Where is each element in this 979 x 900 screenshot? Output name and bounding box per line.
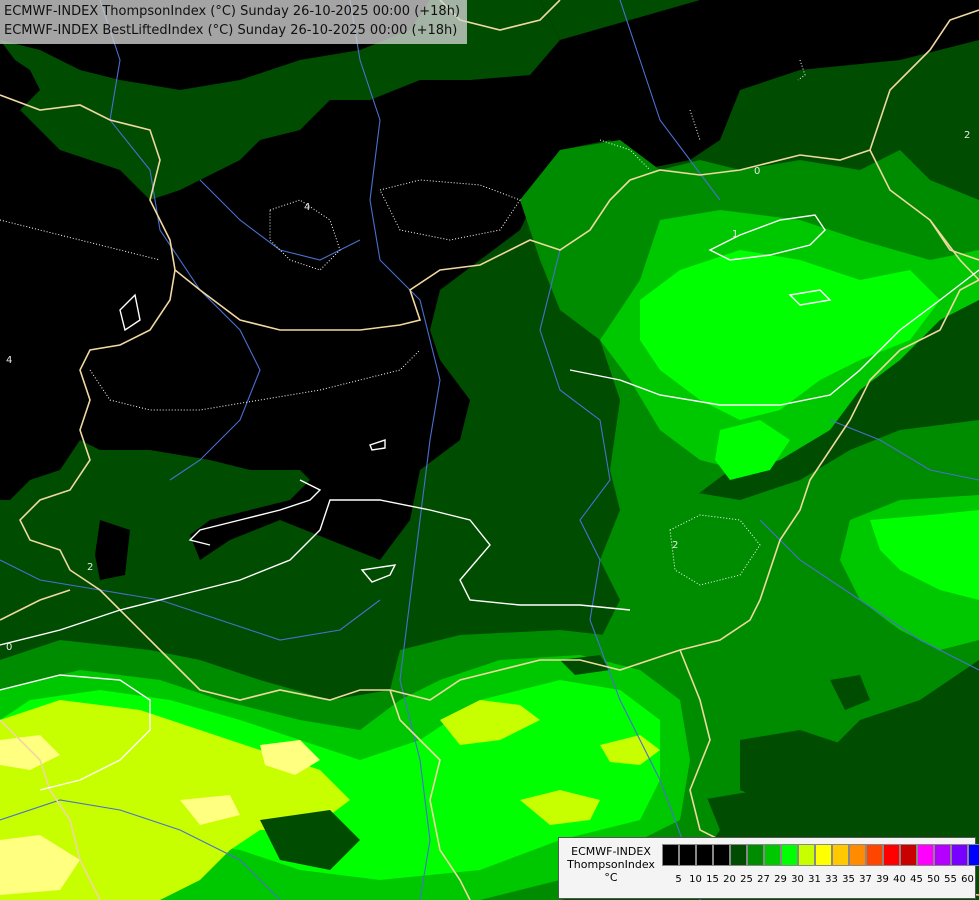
legend-tick-label: 50 bbox=[927, 874, 940, 885]
legend-swatch bbox=[815, 844, 832, 866]
map-title-box: ECMWF-INDEX ThompsonIndex (°C) Sunday 26… bbox=[0, 0, 467, 44]
legend-swatch bbox=[662, 844, 679, 866]
legend-tick-label: 55 bbox=[944, 874, 957, 885]
legend-swatch bbox=[679, 844, 696, 866]
legend-swatch bbox=[764, 844, 781, 866]
legend-swatch bbox=[951, 844, 968, 866]
legend-swatch bbox=[832, 844, 849, 866]
legend-swatch bbox=[747, 844, 764, 866]
legend-tick-label: 15 bbox=[706, 874, 719, 885]
title-best-lifted-index: ECMWF-INDEX BestLiftedIndex (°C) Sunday … bbox=[4, 23, 458, 38]
contour-label: 0 bbox=[6, 642, 12, 653]
legend-swatch bbox=[917, 844, 934, 866]
legend-swatch bbox=[866, 844, 883, 866]
legend-swatch bbox=[696, 844, 713, 866]
legend-swatch bbox=[849, 844, 866, 866]
title-thompson-index: ECMWF-INDEX ThompsonIndex (°C) Sunday 26… bbox=[4, 4, 461, 19]
weather-map: 4 4 0 2 2 0 1 2 bbox=[0, 0, 979, 900]
legend-model: ECMWF-INDEX bbox=[571, 845, 651, 858]
legend-swatch bbox=[713, 844, 730, 866]
contour-label: 1 bbox=[732, 229, 738, 240]
legend-tick-label: 10 bbox=[689, 874, 702, 885]
contour-label: 0 bbox=[754, 166, 760, 177]
contour-label: 2 bbox=[964, 130, 970, 141]
legend-swatch bbox=[730, 844, 747, 866]
legend-tick-label: 5 bbox=[675, 874, 682, 885]
contour-label: 4 bbox=[304, 202, 310, 213]
legend-swatch bbox=[781, 844, 798, 866]
legend-tick-label: 31 bbox=[808, 874, 821, 885]
legend-tick-label: 30 bbox=[791, 874, 804, 885]
legend-swatch bbox=[900, 844, 917, 866]
legend-tick-label: 27 bbox=[757, 874, 770, 885]
black-blob-south bbox=[95, 520, 130, 580]
legend-tick-label: 45 bbox=[910, 874, 923, 885]
legend-label: ECMWF-INDEX ThompsonIndex °C bbox=[563, 845, 659, 884]
legend-swatch bbox=[968, 844, 979, 866]
legend-tick-label: 33 bbox=[825, 874, 838, 885]
legend-tick-label: 60 bbox=[961, 874, 974, 885]
legend-tick-label: 25 bbox=[740, 874, 753, 885]
legend-tick-label: 37 bbox=[859, 874, 872, 885]
legend-ticks: 5 10 15 20 25 27 29 30 31 33 35 37 39 40 45 50 55 60 bbox=[670, 874, 976, 885]
contour-label: 4 bbox=[6, 355, 12, 366]
legend-swatch bbox=[798, 844, 815, 866]
legend-unit: °C bbox=[604, 871, 618, 884]
legend-swatch bbox=[934, 844, 951, 866]
legend-tick-label: 20 bbox=[723, 874, 736, 885]
legend-tick-label: 35 bbox=[842, 874, 855, 885]
legend-param: ThompsonIndex bbox=[567, 858, 655, 871]
legend-tick-label: 39 bbox=[876, 874, 889, 885]
legend-tick-label: 40 bbox=[893, 874, 906, 885]
legend-swatches bbox=[662, 844, 979, 866]
legend-swatch bbox=[883, 844, 900, 866]
legend-tick-label: 29 bbox=[774, 874, 787, 885]
color-legend: ECMWF-INDEX ThompsonIndex °C 5 10 15 20 25 27… bbox=[558, 837, 979, 899]
contour-label: 2 bbox=[672, 540, 678, 551]
contour-label: 2 bbox=[87, 562, 93, 573]
